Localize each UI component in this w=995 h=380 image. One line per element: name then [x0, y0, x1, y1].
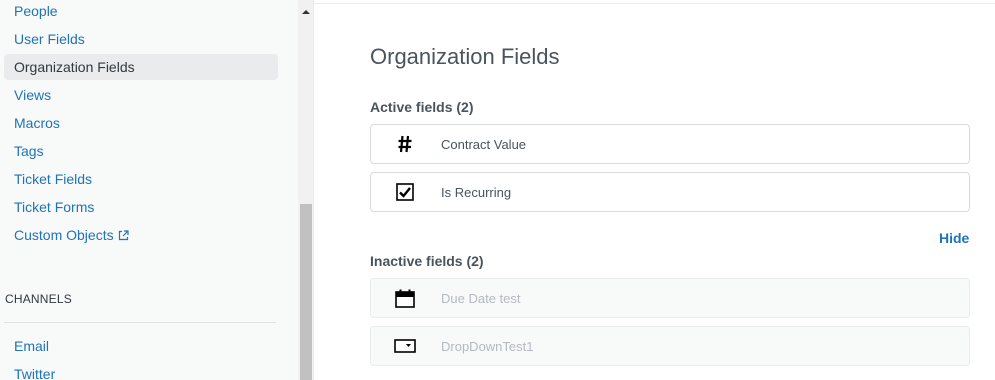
sidebar-scrollbar[interactable] [298, 0, 313, 380]
field-label: Contract Value [441, 137, 527, 152]
calendar-icon [393, 287, 417, 309]
channels-section-header: CHANNELS [5, 292, 72, 306]
admin-sidebar: People User Fields Organization Fields V… [0, 0, 314, 380]
sidebar-item-ticket-fields[interactable]: Ticket Fields [4, 166, 278, 192]
checkbox-icon [393, 181, 417, 203]
external-link-icon [118, 223, 129, 249]
field-row-contract-value[interactable]: Contract Value [370, 124, 970, 164]
sidebar-item-label: Custom Objects [14, 227, 114, 243]
inactive-fields-heading: Inactive fields (2) [370, 253, 484, 269]
sidebar-item-ticket-forms[interactable]: Ticket Forms [4, 194, 278, 220]
sidebar-item-macros[interactable]: Macros [4, 110, 278, 136]
sidebar-item-custom-objects[interactable]: Custom Objects [4, 222, 278, 248]
active-fields-heading: Active fields (2) [370, 99, 474, 115]
scroll-up-arrow-icon[interactable] [298, 0, 313, 24]
sidebar-item-tags[interactable]: Tags [4, 138, 278, 164]
hash-icon [393, 133, 417, 155]
hide-inactive-link[interactable]: Hide [939, 230, 969, 246]
sidebar-item-views[interactable]: Views [4, 82, 278, 108]
field-row-due-date-test[interactable]: Due Date test [370, 278, 970, 318]
scrollbar-thumb[interactable] [300, 204, 312, 380]
top-divider [314, 3, 995, 4]
field-label: Is Recurring [441, 185, 512, 200]
sidebar-item-user-fields[interactable]: User Fields [4, 26, 278, 52]
sidebar-item-email[interactable]: Email [4, 333, 278, 359]
dropdown-icon [393, 335, 417, 357]
field-row-is-recurring[interactable]: Is Recurring [370, 172, 970, 212]
sidebar-item-twitter[interactable]: Twitter [4, 361, 278, 380]
field-label: DropDownTest1 [441, 339, 534, 354]
page-title: Organization Fields [370, 44, 560, 69]
field-label: Due Date test [441, 291, 521, 306]
sidebar-divider [4, 322, 276, 323]
sidebar-item-people[interactable]: People [4, 0, 278, 24]
sidebar-item-organization-fields[interactable]: Organization Fields [4, 54, 278, 80]
field-row-dropdowntest1[interactable]: DropDownTest1 [370, 326, 970, 366]
